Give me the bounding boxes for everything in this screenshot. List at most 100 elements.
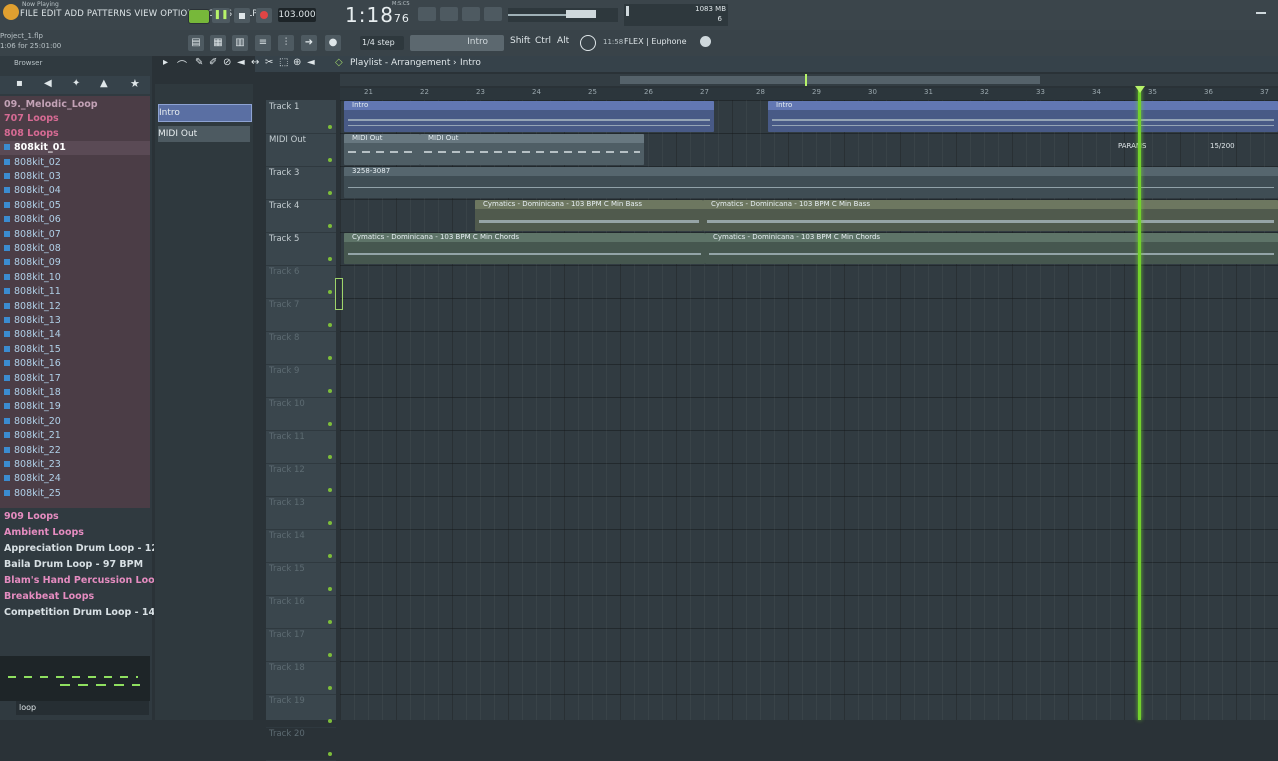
- clip-intro-2[interactable]: Intro: [768, 101, 1278, 132]
- clip-midi-1[interactable]: MIDI Out: [344, 134, 420, 165]
- browser-item-707-loops[interactable]: 707 Loops: [0, 112, 154, 126]
- browser-item-808kit-11[interactable]: 808kit_11: [0, 285, 150, 299]
- track-mute-led[interactable]: [328, 389, 332, 393]
- browser-item-808kit-06[interactable]: 808kit_06: [0, 213, 150, 227]
- browser-item-808kit-17[interactable]: 808kit_17: [0, 372, 150, 386]
- mixer-icon[interactable]: ⫶: [278, 35, 294, 51]
- track-mute-led[interactable]: [328, 521, 332, 525]
- track-mute-led[interactable]: [328, 257, 332, 261]
- slice-tool-icon[interactable]: ✂: [265, 57, 273, 68]
- track-mute-led[interactable]: [328, 554, 332, 558]
- tempo-display[interactable]: 103.000: [278, 8, 316, 22]
- track-header-8[interactable]: Track 8: [266, 331, 336, 365]
- typing-keyboard-icon[interactable]: [418, 7, 436, 21]
- track-mute-led[interactable]: [328, 752, 332, 756]
- clip-intro-1[interactable]: Intro: [344, 101, 714, 132]
- browser-item-competition-drum-loop-140-bpm[interactable]: Competition Drum Loop - 140 BPM: [0, 606, 154, 620]
- news-ticker[interactable]: FLEX | Euphone: [624, 37, 687, 46]
- clip-chords-2[interactable]: Cymatics - Dominicana - 103 BPM C Min Ch…: [705, 233, 1278, 264]
- track-mute-led[interactable]: [328, 620, 332, 624]
- browser-item-baila-drum-loop-97-bpm[interactable]: Baila Drum Loop - 97 BPM: [0, 558, 154, 572]
- track-mute-led[interactable]: [328, 191, 332, 195]
- plugin-icon[interactable]: ➜: [301, 35, 317, 51]
- track-mute-led[interactable]: [328, 653, 332, 657]
- track-header-12[interactable]: Track 12: [266, 463, 336, 497]
- delete-tool-icon[interactable]: ⊘: [223, 57, 231, 68]
- track-mute-led[interactable]: [328, 488, 332, 492]
- zoom-tool-icon[interactable]: ⊕: [293, 57, 301, 68]
- browser-item-blam-s-hand-percussion-loops[interactable]: Blam's Hand Percussion Loops: [0, 574, 154, 588]
- track-header-16[interactable]: Track 16: [266, 595, 336, 629]
- browser-back-icon[interactable]: ▪: [16, 78, 23, 89]
- track-header-7[interactable]: Track 7: [266, 298, 336, 332]
- track-mute-led[interactable]: [328, 290, 332, 294]
- browser-item-appreciation-drum-loop-122-bpm[interactable]: Appreciation Drum Loop - 122 BPM: [0, 542, 154, 556]
- track-header-5[interactable]: Track 5: [266, 232, 336, 266]
- browser-item-808kit-04[interactable]: 808kit_04: [0, 184, 150, 198]
- browser-item-808kit-12[interactable]: 808kit_12: [0, 300, 150, 314]
- browser-collapse-icon[interactable]: ◀: [44, 78, 52, 89]
- track-header-10[interactable]: Track 10: [266, 397, 336, 431]
- track-mute-led[interactable]: [328, 224, 332, 228]
- track-mute-led[interactable]: [328, 455, 332, 459]
- mute-tool-icon[interactable]: ◄: [237, 57, 245, 68]
- shift-key[interactable]: Shift: [510, 36, 530, 46]
- browser-search-input[interactable]: loop: [16, 701, 149, 715]
- record-button[interactable]: [256, 8, 272, 23]
- playback-tool-icon[interactable]: ◄: [307, 57, 315, 68]
- browser-item-808kit-23[interactable]: 808kit_23: [0, 458, 150, 472]
- browser-item-808-loops[interactable]: 808 Loops: [0, 127, 154, 141]
- playhead-marker-icon[interactable]: [1135, 86, 1145, 93]
- settings-gear-icon[interactable]: [700, 36, 711, 47]
- browser-snap-icon[interactable]: ▲: [100, 78, 108, 89]
- play-button[interactable]: ❚❚: [212, 8, 230, 23]
- browser-item-909-loops[interactable]: 909 Loops: [0, 510, 154, 524]
- track-header-11[interactable]: Track 11: [266, 430, 336, 464]
- paint-tool-icon[interactable]: ✐: [209, 57, 217, 68]
- playlist-tools-icon[interactable]: ▸: [163, 57, 168, 68]
- magnet-icon[interactable]: ⌒: [177, 57, 187, 72]
- clip-chords-1[interactable]: Cymatics - Dominicana - 103 BPM C Min Ch…: [344, 233, 705, 264]
- track-header-13[interactable]: Track 13: [266, 496, 336, 530]
- picker-item-intro[interactable]: Intro: [158, 104, 252, 122]
- loop-record-icon[interactable]: [462, 7, 480, 21]
- browser-item-808kit-20[interactable]: 808kit_20: [0, 415, 150, 429]
- minimize-icon[interactable]: [1256, 12, 1266, 14]
- piano-roll-icon[interactable]: ▥: [232, 35, 248, 51]
- pattern-selector[interactable]: Intro: [410, 35, 504, 51]
- browser-item-breakbeat-loops[interactable]: Breakbeat Loops: [0, 590, 154, 604]
- browser-star-icon[interactable]: ★: [130, 77, 140, 90]
- track-mute-led[interactable]: [328, 323, 332, 327]
- playlist-view-icon[interactable]: ▤: [188, 35, 204, 51]
- fl-logo-icon[interactable]: [3, 4, 19, 20]
- browser-item-808kit-10[interactable]: 808kit_10: [0, 271, 150, 285]
- browser-view-icon[interactable]: ✦: [72, 78, 80, 89]
- browser-item-808kit-02[interactable]: 808kit_02: [0, 156, 150, 170]
- track-header-15[interactable]: Track 15: [266, 562, 336, 596]
- browser-item-808kit-05[interactable]: 808kit_05: [0, 199, 150, 213]
- metronome-icon[interactable]: [484, 7, 502, 21]
- track-mute-led[interactable]: [328, 158, 332, 162]
- browser-item-808kit-25[interactable]: 808kit_25: [0, 487, 150, 501]
- browser-item-808kit-08[interactable]: 808kit_08: [0, 242, 150, 256]
- track-header-2[interactable]: MIDI Out: [266, 133, 336, 167]
- online-news-icon[interactable]: [580, 35, 596, 51]
- browser-item-808kit-15[interactable]: 808kit_15: [0, 343, 150, 357]
- alt-key[interactable]: Alt: [557, 36, 569, 46]
- pattern-song-icons[interactable]: [418, 7, 518, 23]
- step-edit-icon[interactable]: [440, 7, 458, 21]
- draw-tool-icon[interactable]: ✎: [195, 57, 203, 68]
- track-mute-led[interactable]: [328, 356, 332, 360]
- picker-item-midi-out[interactable]: MIDI Out: [158, 126, 250, 142]
- track-mute-led[interactable]: [328, 125, 332, 129]
- track-header-3[interactable]: Track 3: [266, 166, 336, 200]
- track-header-18[interactable]: Track 18: [266, 661, 336, 695]
- channel-rack-icon[interactable]: ▦: [210, 35, 226, 51]
- song-pattern-toggle[interactable]: [188, 9, 210, 24]
- playhead[interactable]: [1138, 88, 1141, 720]
- clip-bass-2[interactable]: Cymatics - Dominicana - 103 BPM C Min Ba…: [703, 200, 1278, 231]
- browser-item-09-melodic-loop[interactable]: 09._Melodic_Loop: [0, 98, 154, 112]
- browser-item-808kit-19[interactable]: 808kit_19: [0, 400, 150, 414]
- track-header-4[interactable]: Track 4: [266, 199, 336, 233]
- browser-icon[interactable]: ≡: [255, 35, 271, 51]
